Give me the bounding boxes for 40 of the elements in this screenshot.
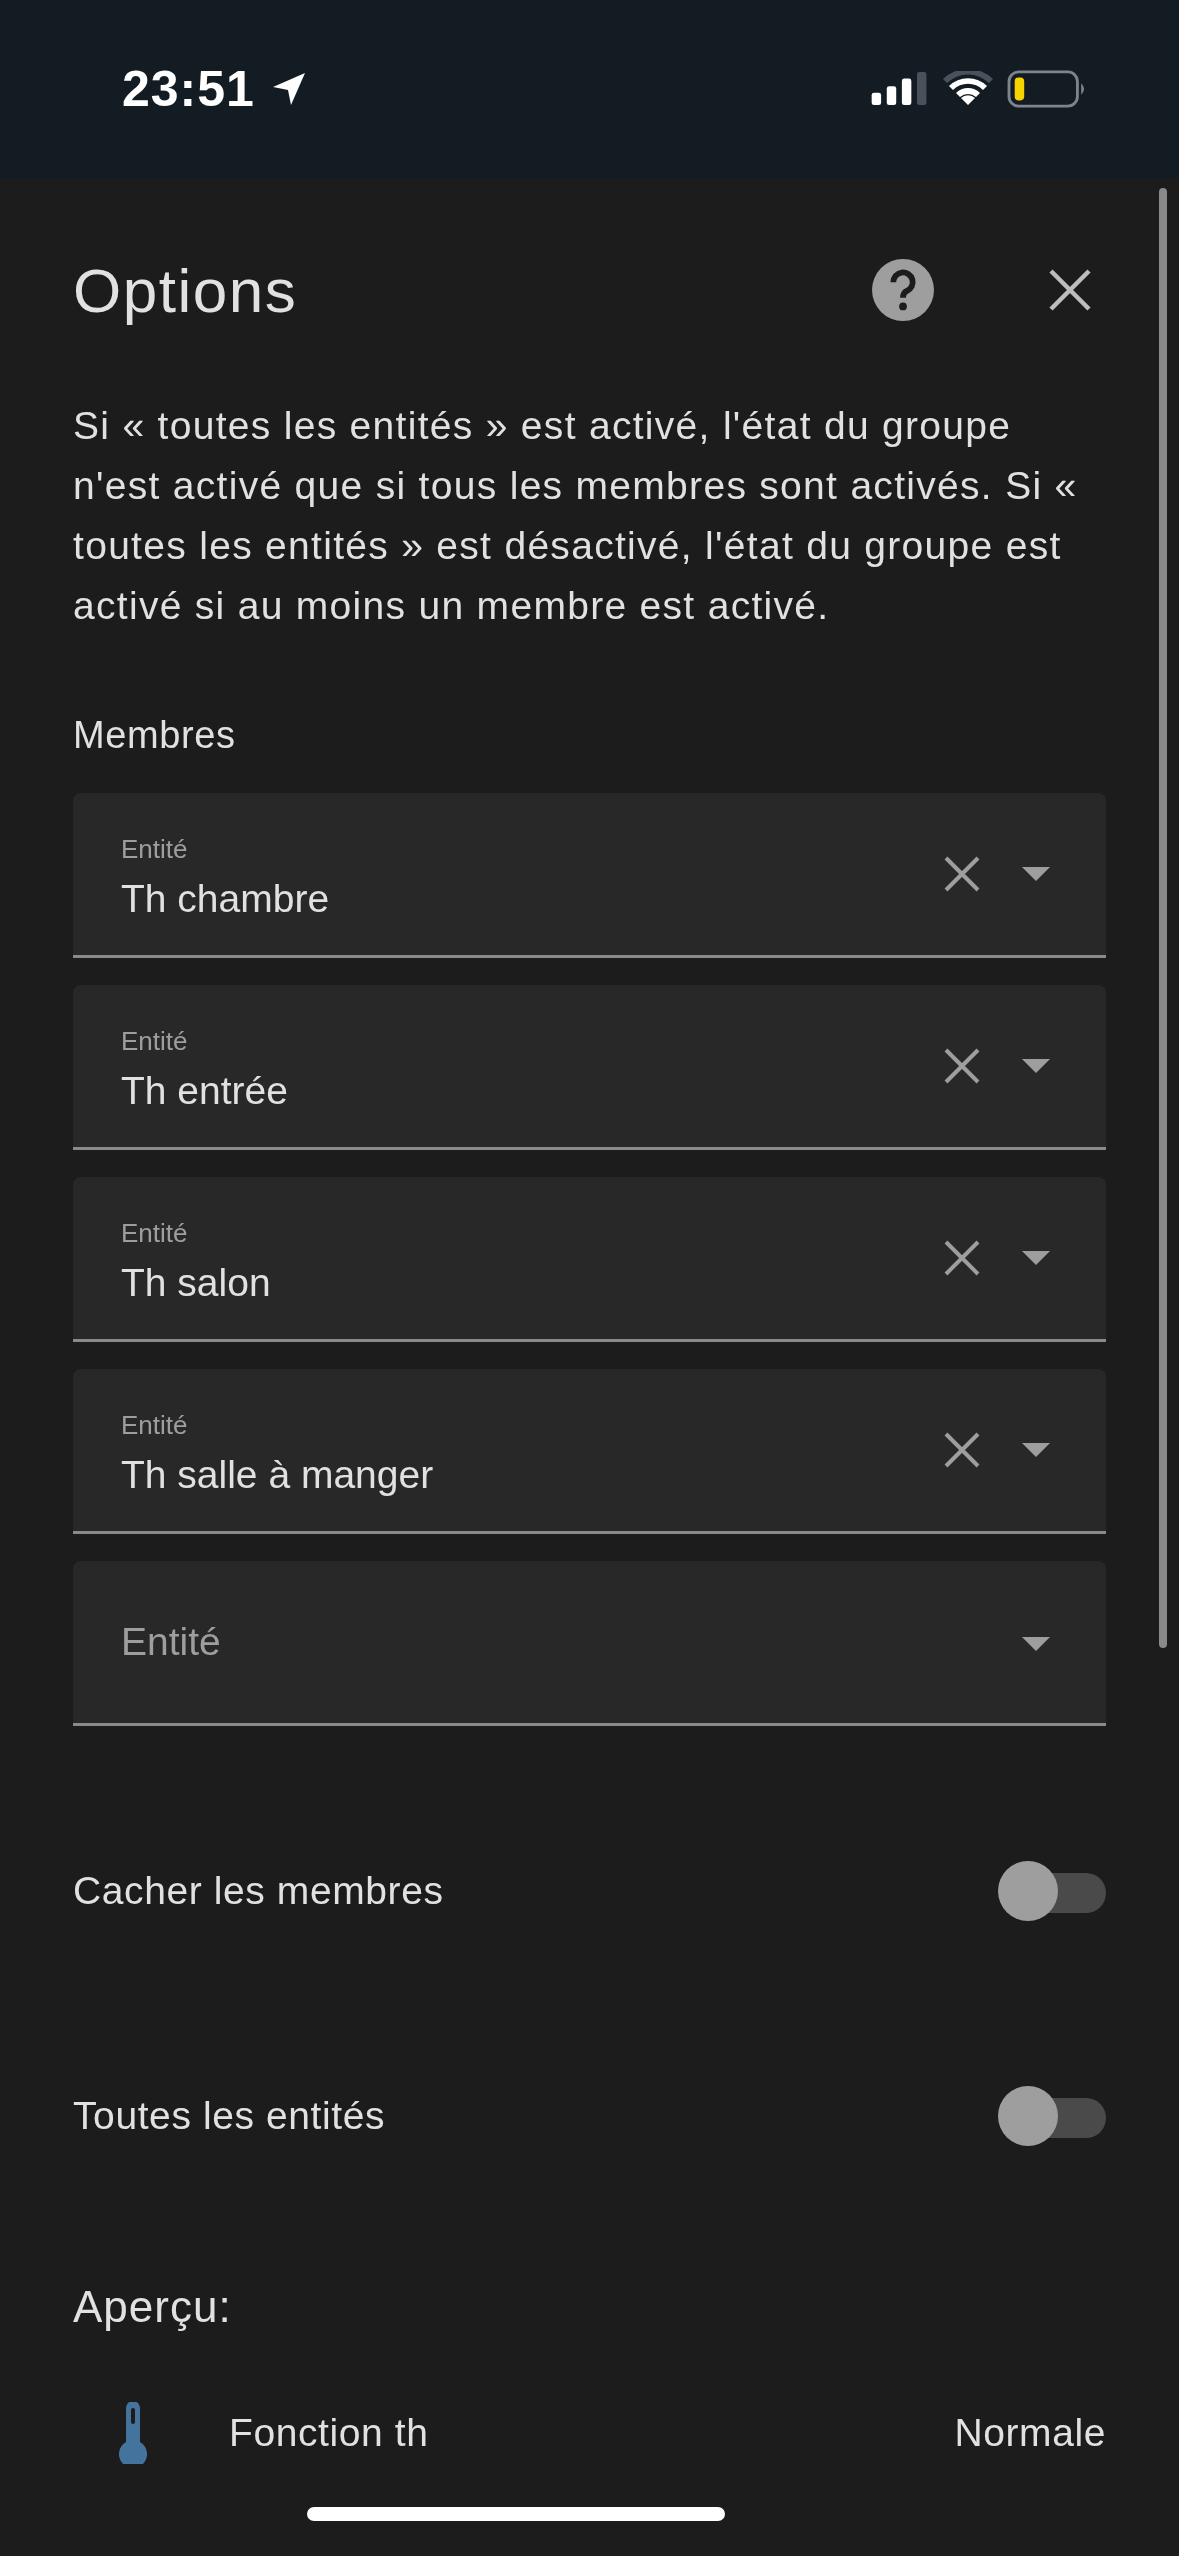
preview-title: Aperçu: xyxy=(73,2282,233,2332)
field-label: Entité xyxy=(121,1409,189,1441)
field-value: Th salon xyxy=(121,1260,272,1305)
signal-icon xyxy=(871,72,929,106)
setting-label: Toutes les entités xyxy=(73,2094,387,2138)
field-value: Th chambre xyxy=(121,876,331,921)
wifi-icon xyxy=(943,71,993,107)
description-text: Si « toutes les entités » est activé, l'état du groupe n'est activé que si tous les membres sont activés. Si « toutes les entités » est désactivé, l'état du groupe est activé si au moins un membre est activé. xyxy=(73,403,1079,629)
scrollbar[interactable] xyxy=(1159,188,1167,1648)
field-label: Entité xyxy=(121,1217,189,1249)
entity-field[interactable]: Entité Th entrée xyxy=(73,985,1106,1150)
caret-icon[interactable] xyxy=(1022,867,1050,881)
thermometer-icon xyxy=(117,2402,149,2464)
clear-icon[interactable] xyxy=(944,1240,980,1276)
clear-icon[interactable] xyxy=(944,1432,980,1468)
entity-field[interactable]: Entité Th salle à manger xyxy=(73,1369,1106,1534)
status-time: 23:51 xyxy=(122,60,255,118)
caret-icon[interactable] xyxy=(1022,1443,1050,1457)
clear-icon[interactable] xyxy=(944,1048,980,1084)
toggle-switch[interactable] xyxy=(998,1859,1106,1923)
entity-field[interactable]: Entité Th salon xyxy=(73,1177,1106,1342)
field-label: Entité xyxy=(121,1025,189,1057)
field-label: Entité xyxy=(121,833,189,865)
field-value: Th salle à manger xyxy=(121,1452,435,1497)
entity-field[interactable]: Entité xyxy=(73,1561,1106,1726)
setting-label: Cacher les membres xyxy=(73,1869,445,1913)
preview-entity-state: Normale xyxy=(954,2411,1106,2455)
caret-icon[interactable] xyxy=(1022,1251,1050,1265)
preview-entity-name: Fonction th xyxy=(229,2411,430,2455)
battery-icon xyxy=(1007,70,1087,108)
dialog-title: Options xyxy=(73,254,299,326)
caret-icon[interactable] xyxy=(1022,1637,1050,1651)
caret-icon[interactable] xyxy=(1022,1059,1050,1073)
clear-icon[interactable] xyxy=(944,856,980,892)
help-icon[interactable] xyxy=(872,259,934,321)
members-label: Membres xyxy=(73,714,237,757)
toggle-switch[interactable] xyxy=(998,2084,1106,2148)
close-icon[interactable] xyxy=(1048,268,1092,312)
field-value: Th entrée xyxy=(121,1068,289,1113)
entity-field[interactable]: Entité Th chambre xyxy=(73,793,1106,958)
